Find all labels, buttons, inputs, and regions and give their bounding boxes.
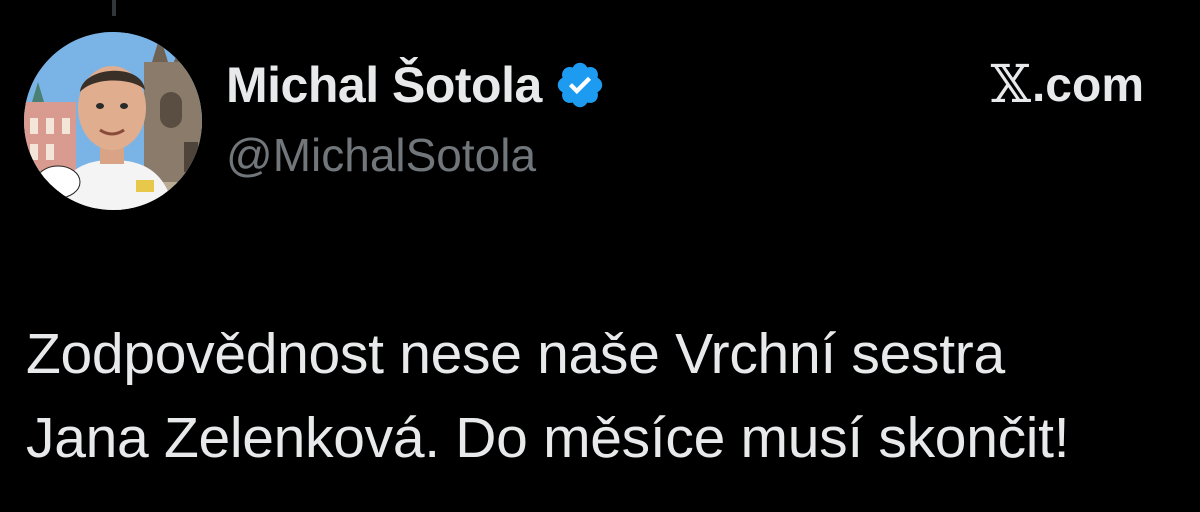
avatar-image bbox=[24, 32, 202, 210]
avatar[interactable] bbox=[24, 32, 202, 210]
author-display-name[interactable]: Michal Šotola bbox=[226, 56, 542, 114]
x-logo: 𝕏 .com bbox=[991, 52, 1144, 118]
tweet-text-line: Jana Zelenková. Do měsíce musí skončit! bbox=[26, 406, 1070, 470]
author-row: Michal Šotola bbox=[226, 50, 606, 120]
thread-connector-line bbox=[112, 0, 116, 16]
verified-badge-icon bbox=[554, 59, 606, 111]
x-icon: 𝕏 bbox=[990, 55, 1031, 115]
tweet-text: Zodpovědnost nese naše Vrchní sestra Jan… bbox=[26, 312, 1176, 480]
tweet-text-line: Zodpovědnost nese naše Vrchní sestra bbox=[26, 322, 1005, 386]
brand-domain: .com bbox=[1031, 58, 1144, 112]
author-handle[interactable]: @MichalSotola bbox=[226, 128, 536, 182]
